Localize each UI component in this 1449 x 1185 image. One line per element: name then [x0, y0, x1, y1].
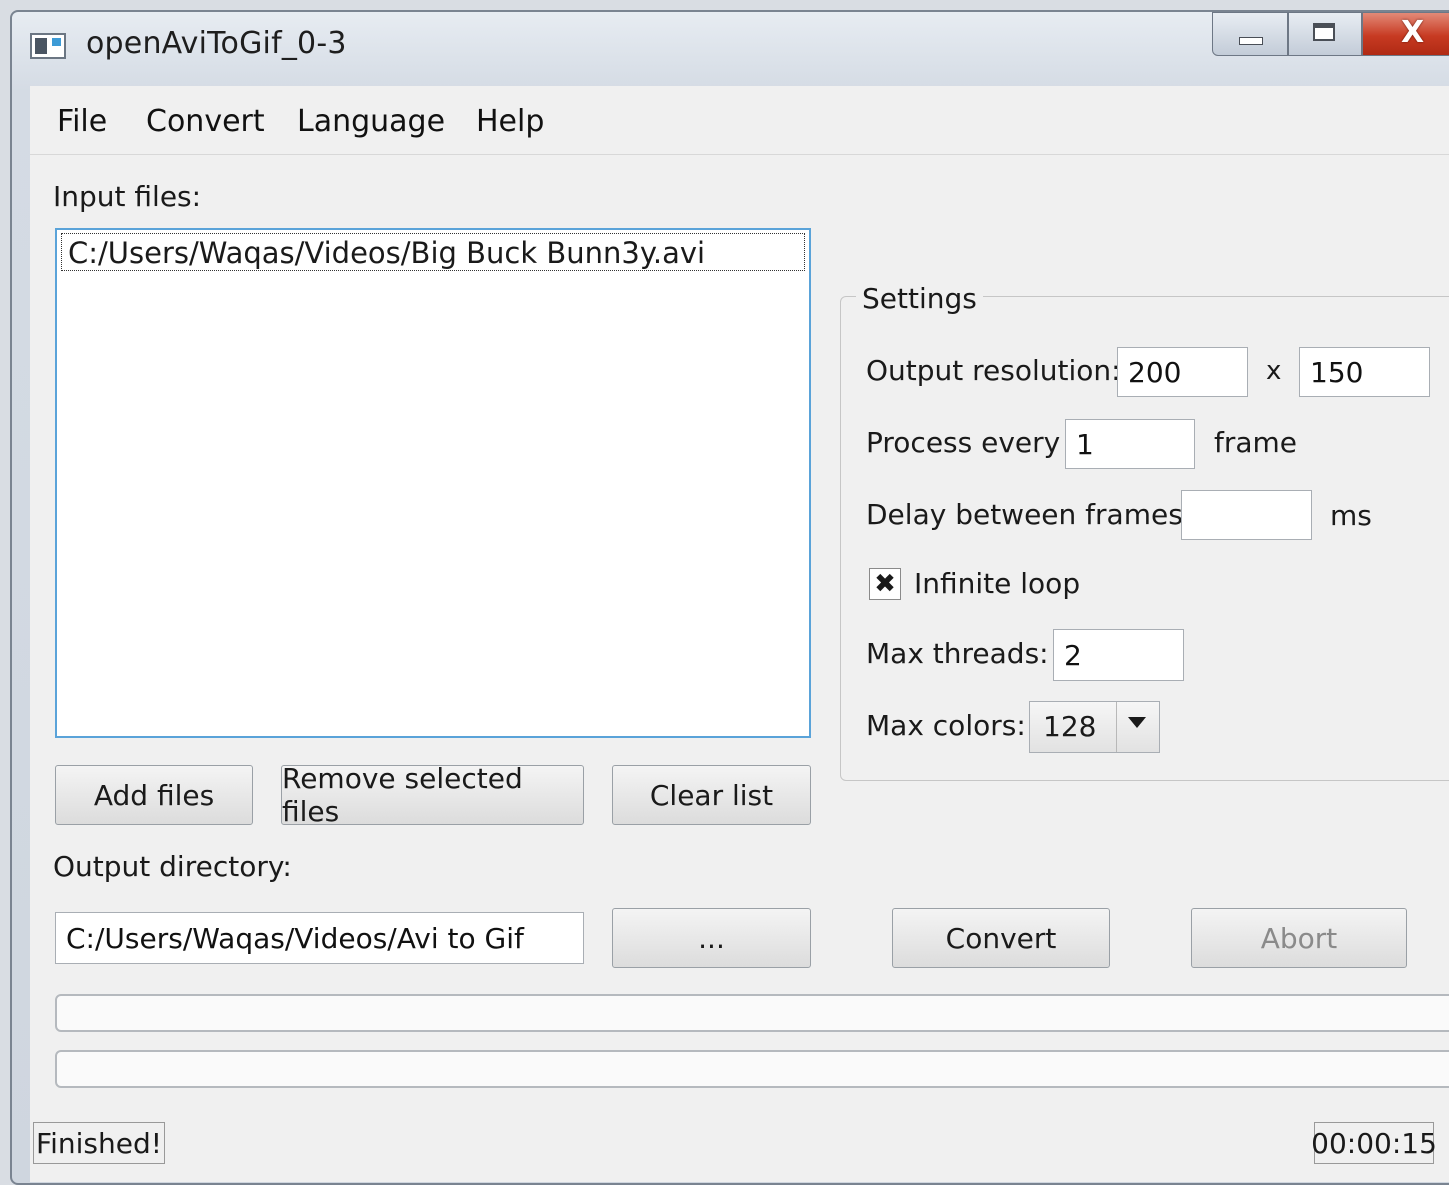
close-icon: X: [1401, 15, 1425, 50]
clear-list-button[interactable]: Clear list: [612, 765, 811, 825]
max-threads-input[interactable]: 2: [1053, 629, 1184, 681]
maximize-button[interactable]: [1288, 12, 1362, 56]
resolution-width-input[interactable]: 200: [1117, 347, 1248, 397]
elapsed-time: 00:00:15: [1311, 1122, 1437, 1164]
resolution-height-input[interactable]: 150: [1299, 347, 1430, 397]
input-files-list[interactable]: [55, 228, 811, 738]
process-every-label: Process every: [866, 426, 1061, 459]
menu-convert[interactable]: Convert: [146, 104, 265, 139]
output-resolution-label: Output resolution:: [866, 354, 1121, 387]
convert-button[interactable]: Convert: [892, 908, 1110, 968]
delay-between-frames-label: Delay between frames:: [866, 498, 1193, 531]
add-files-button[interactable]: Add files: [55, 765, 253, 825]
close-button[interactable]: X: [1362, 12, 1449, 56]
frame-label: frame: [1214, 426, 1298, 459]
browse-button[interactable]: ...: [612, 908, 811, 968]
app-icon[interactable]: [30, 33, 66, 59]
input-files-label: Input files:: [53, 180, 202, 213]
process-every-input[interactable]: 1: [1065, 419, 1195, 469]
dropdown-arrow-icon[interactable]: [1128, 717, 1146, 728]
abort-button[interactable]: Abort: [1191, 908, 1407, 968]
file-progress-bar: [55, 994, 1449, 1032]
infinite-loop-checkbox[interactable]: ✖: [869, 568, 901, 600]
menu-language[interactable]: Language: [297, 104, 445, 139]
minimize-button[interactable]: [1212, 12, 1288, 56]
max-threads-label: Max threads:: [866, 637, 1049, 670]
list-item-label: C:/Users/Waqas/Videos/Big Buck Bunn3y.av…: [68, 236, 706, 270]
delay-input[interactable]: [1181, 490, 1312, 540]
settings-title: Settings: [856, 282, 983, 315]
max-colors-value: 128: [1043, 710, 1097, 743]
resolution-separator: x: [1266, 356, 1282, 386]
ms-unit-label: ms: [1330, 499, 1372, 532]
checkbox-checked-icon: ✖: [874, 569, 896, 599]
menu-help[interactable]: Help: [476, 104, 544, 139]
window-title: openAviToGif_0-3: [86, 26, 347, 61]
status-text: Finished!: [33, 1122, 165, 1164]
menu-file[interactable]: File: [57, 104, 107, 139]
output-directory-label: Output directory:: [53, 850, 292, 883]
max-colors-label: Max colors:: [866, 709, 1026, 742]
total-progress-bar: [55, 1050, 1449, 1088]
output-directory-input[interactable]: C:/Users/Waqas/Videos/Avi to Gif: [55, 912, 584, 964]
infinite-loop-label[interactable]: Infinite loop: [914, 567, 1080, 600]
select-divider: [1116, 702, 1117, 752]
maximize-icon: [1313, 23, 1335, 41]
remove-selected-files-button[interactable]: Remove selected files: [281, 762, 584, 828]
minimize-icon: [1239, 37, 1263, 45]
